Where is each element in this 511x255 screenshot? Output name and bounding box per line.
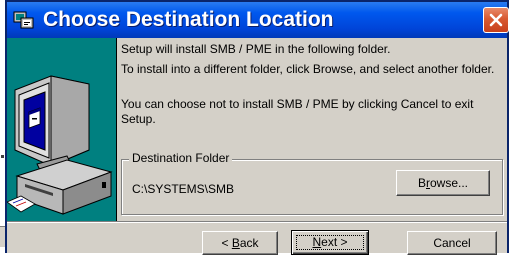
browse-label-post: owse... — [430, 176, 469, 190]
browse-button[interactable]: Browse... — [396, 170, 490, 196]
close-button[interactable] — [483, 7, 509, 33]
change-folder-text: To install into a different folder, clic… — [121, 62, 495, 76]
destination-folder-group: Destination Folder C:\SYSTEMS\SMB Browse… — [121, 151, 503, 215]
browse-label-pre: B — [417, 176, 426, 190]
back-button[interactable]: < Back — [202, 231, 278, 255]
cancel-info-text: You can choose not to install SMB / PME … — [121, 97, 474, 126]
content-area: Setup will install SMB / PME in the foll… — [117, 38, 507, 221]
destination-folder-label: Destination Folder — [129, 151, 233, 166]
destination-path: C:\SYSTEMS\SMB — [132, 182, 235, 196]
setup-dialog-window: Choose Destination Location Setup will i… — [5, 0, 509, 255]
next-button[interactable]: Next > — [291, 230, 369, 255]
button-bar-divider-highlight — [7, 222, 507, 223]
back-label-post: ack — [239, 236, 259, 250]
back-accelerator: B — [231, 236, 240, 250]
focus-rectangle — [296, 235, 364, 250]
back-label-pre: < — [221, 236, 232, 250]
cancel-label: Cancel — [433, 236, 471, 250]
setup-illustration-panel — [6, 38, 117, 221]
setup-app-icon — [13, 10, 35, 30]
computer-illustration-icon — [6, 75, 113, 215]
desktop-marker — [1, 155, 4, 158]
install-location-text: Setup will install SMB / PME in the foll… — [121, 42, 391, 56]
cancel-button[interactable]: Cancel — [407, 231, 497, 255]
window-title: Choose Destination Location — [43, 8, 334, 31]
title-bar[interactable]: Choose Destination Location — [7, 2, 509, 38]
close-icon — [489, 13, 503, 27]
